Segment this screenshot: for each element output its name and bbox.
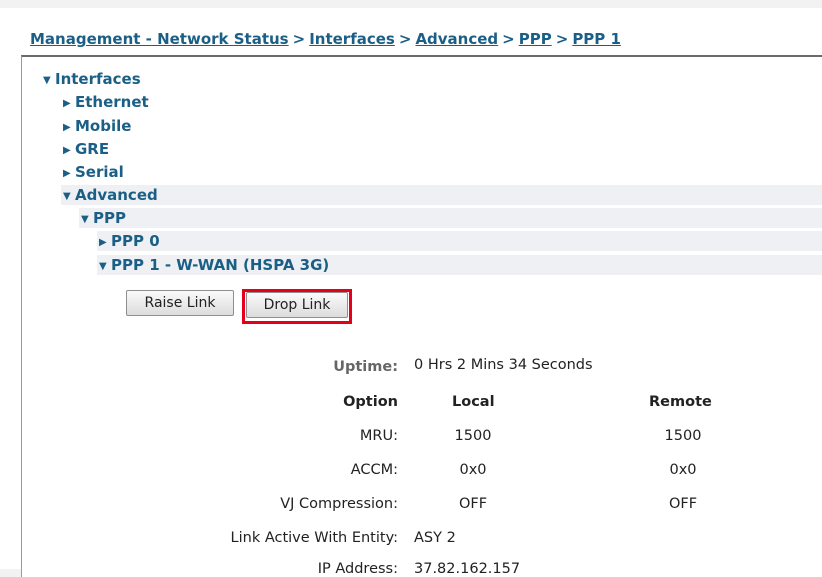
- triangle-down-icon: ▼: [43, 75, 51, 86]
- mru-remote-value: 1500: [664, 428, 702, 444]
- tree-item-ppp1[interactable]: ▼ PPP 1 - W-WAN (HSPA 3G): [97, 255, 822, 275]
- tree-label: Mobile: [75, 117, 132, 135]
- triangle-right-icon: ▶: [63, 145, 71, 156]
- vj-local-value: OFF: [458, 496, 488, 512]
- triangle-right-icon: ▶: [63, 98, 71, 109]
- link-active-value: ASY 2: [414, 530, 456, 546]
- option-accm-label: ACCM:: [350, 462, 398, 478]
- raise-link-button[interactable]: Raise Link: [126, 290, 234, 316]
- tree-item-ethernet[interactable]: ▶ Ethernet: [63, 92, 149, 112]
- header-remote: Remote: [649, 394, 712, 410]
- header-option: Option: [343, 394, 398, 410]
- breadcrumb-advanced[interactable]: Advanced: [415, 30, 498, 48]
- tree-item-serial[interactable]: ▶ Serial: [63, 162, 124, 182]
- tree-item-interfaces[interactable]: ▼ Interfaces: [43, 69, 141, 89]
- breadcrumb-separator: >: [292, 30, 306, 48]
- accm-local-value: 0x0: [459, 462, 487, 478]
- tree-label: Serial: [75, 163, 124, 181]
- breadcrumb-interfaces[interactable]: Interfaces: [309, 30, 395, 48]
- tree-label: PPP 0: [111, 232, 160, 250]
- tree-item-gre[interactable]: ▶ GRE: [63, 139, 109, 159]
- ip-address-value: 37.82.162.157: [414, 561, 521, 577]
- tree-label: PPP: [93, 209, 126, 227]
- uptime-label: Uptime:: [333, 359, 398, 375]
- breadcrumb-ppp[interactable]: PPP: [519, 30, 552, 48]
- option-mru-label: MRU:: [359, 428, 398, 444]
- breadcrumb-management[interactable]: Management - Network Status: [30, 30, 289, 48]
- vj-remote-value: OFF: [668, 496, 698, 512]
- tree-item-ppp[interactable]: ▼ PPP: [79, 208, 822, 228]
- mru-local-value: 1500: [454, 428, 492, 444]
- triangle-down-icon: ▼: [99, 261, 107, 272]
- link-active-label: Link Active With Entity:: [230, 530, 398, 546]
- triangle-right-icon: ▶: [63, 168, 71, 179]
- tree-label: GRE: [75, 140, 110, 158]
- tree-item-ppp0[interactable]: ▶ PPP 0: [97, 231, 822, 251]
- tree-item-advanced[interactable]: ▼ Advanced: [61, 185, 822, 205]
- tree-label: Interfaces: [55, 70, 141, 88]
- triangle-right-icon: ▶: [99, 237, 107, 248]
- drop-link-button[interactable]: Drop Link: [246, 292, 348, 318]
- breadcrumb-separator: >: [502, 30, 515, 48]
- uptime-value: 0 Hrs 2 Mins 34 Seconds: [414, 357, 593, 373]
- tree-label: Advanced: [75, 186, 158, 204]
- triangle-right-icon: ▶: [63, 122, 71, 133]
- tree-label: PPP 1 - W-WAN (HSPA 3G): [111, 256, 330, 274]
- tree-item-mobile[interactable]: ▶ Mobile: [63, 116, 131, 136]
- tree-label: Ethernet: [75, 93, 149, 111]
- header-local: Local: [452, 394, 495, 410]
- breadcrumb-separator: >: [398, 30, 412, 48]
- triangle-down-icon: ▼: [63, 191, 71, 202]
- triangle-down-icon: ▼: [81, 214, 89, 225]
- breadcrumb-ppp1[interactable]: PPP 1: [572, 30, 621, 48]
- breadcrumb: Management - Network Status > Interfaces > A…: [30, 30, 621, 48]
- accm-remote-value: 0x0: [669, 462, 697, 478]
- ip-address-label: IP Address:: [317, 561, 398, 577]
- option-vj-label: VJ Compression:: [280, 496, 398, 512]
- breadcrumb-separator: >: [555, 30, 569, 48]
